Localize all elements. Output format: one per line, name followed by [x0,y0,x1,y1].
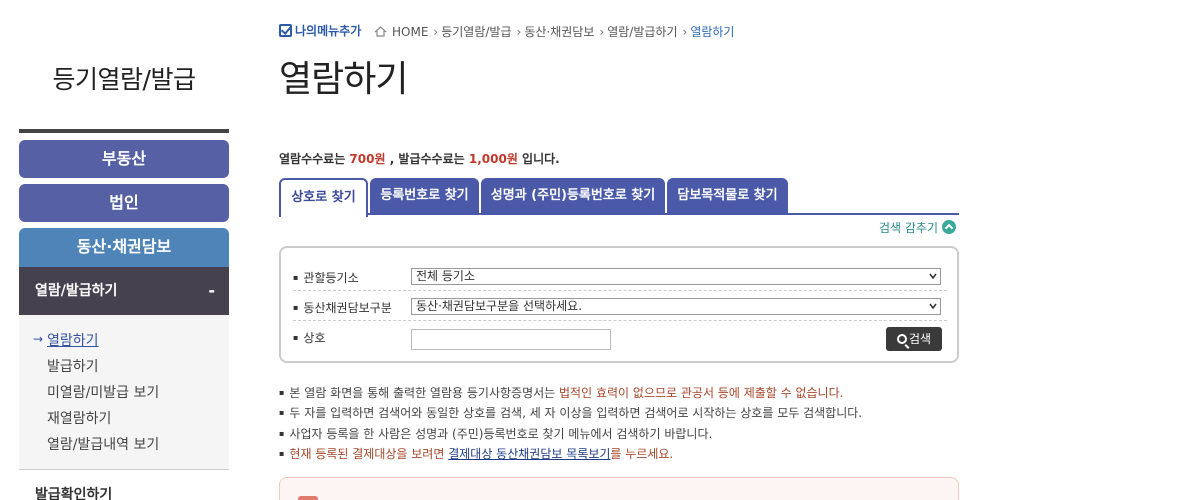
tab-by-registration-number[interactable]: 등록번호로 찾기 [370,178,479,215]
breadcrumb-view-issue[interactable]: 등기열람/발급 [441,25,511,39]
tab-by-company-name[interactable]: 상호로 찾기 [279,178,368,217]
info-dot-icon [298,496,318,500]
hide-search-toggle[interactable]: 검색 감추기 [879,219,957,236]
active-arrow-icon: → [33,332,44,346]
company-name-label: 상호 [293,329,325,346]
submenu-item-issue[interactable]: 발급하기 [47,356,99,376]
nav-view-issue-label: 열람/발급하기 [35,283,118,299]
breadcrumb-movable[interactable]: 동산·채권담보 [524,25,594,39]
breadcrumb-view-issue-do[interactable]: 열람/발급하기 [607,25,677,39]
form-row-registry: 관할등기소 전체 등기소 [293,261,947,291]
breadcrumb: HOME › 등기열람/발급 › 동산·채권담보 › 열람/발급하기 › 열람하기 [374,23,734,40]
form-row-name: 상호 검색 [293,321,947,351]
nav-corporation[interactable]: 법인 [19,184,229,222]
sidebar-title: 등기열람/발급 [52,65,196,94]
registry-select[interactable]: 전체 등기소 [411,268,941,285]
chevron-down-icon [929,303,937,310]
issue-fee: 1,000원 [468,152,518,166]
submenu-item-review[interactable]: 재열람하기 [47,408,111,428]
submenu-item-view[interactable]: 열람하기 [47,330,99,350]
payment-list-link[interactable]: 결제대상 동산채권담보 목록보기 [448,447,610,461]
home-icon [374,26,387,37]
chevron-up-icon [942,220,957,234]
submenu-item-history[interactable]: 열람/발급내역 보기 [47,434,159,454]
sidebar-divider-bottom [19,469,229,470]
add-my-menu-label: 나의메뉴추가 [295,24,362,38]
breadcrumb-current: 열람하기 [690,25,735,39]
note-legal: 본 열람 화면을 통해 출력한 열람용 등기사항증명서는 법적인 효력이 없으므… [279,384,843,401]
page-title: 열람하기 [279,59,408,100]
company-name-input[interactable] [411,329,611,350]
collapse-icon[interactable]: - [208,267,215,315]
submenu: → 열람하기 발급하기 미열람/미발급 보기 재열람하기 열람/발급내역 보기 [19,315,229,469]
search-form: 관할등기소 전체 등기소 동산채권담보구분 동산·채권담보구분을 선택하세요. … [279,246,959,363]
registry-label: 관할등기소 [293,269,358,286]
search-tabs: 상호로 찾기 등록번호로 찾기 성명과 (주민)등록번호로 찾기 담보목적물로 … [279,178,959,217]
type-select[interactable]: 동산·채권담보구분을 선택하세요. [411,298,941,315]
tab-by-name-and-id[interactable]: 성명과 (주민)등록번호로 찾기 [481,178,665,215]
chevron-down-icon [929,273,937,280]
sidebar-divider [19,129,229,133]
info-box [279,477,959,500]
view-fee: 700원 [349,152,386,166]
type-label: 동산채권담보구분 [293,299,391,316]
nav-verify-issue[interactable]: 발급확인하기 [35,484,112,500]
breadcrumb-home[interactable]: HOME [392,25,428,39]
tab-by-collateral[interactable]: 담보목적물로 찾기 [667,178,788,215]
nav-real-estate[interactable]: 부동산 [19,140,229,178]
search-button[interactable]: 검색 [886,327,942,351]
search-icon [896,334,907,344]
submenu-item-unviewed[interactable]: 미열람/미발급 보기 [47,382,159,402]
note-payment: 현재 등록된 결제대상을 보려면 결제대상 동산채권담보 목록보기를 누르세요. [279,445,673,462]
fee-notice: 열람수수료는 700원 , 발급수수료는 1,000원 입니다. [279,152,560,166]
form-row-type: 동산채권담보구분 동산·채권담보구분을 선택하세요. [293,291,947,321]
add-my-menu-button[interactable]: 나의메뉴추가 [279,22,361,40]
nav-movable-collateral[interactable]: 동산·채권담보 [19,228,229,267]
nav-view-issue-section[interactable]: 열람/발급하기 - [19,267,229,315]
sidebar: 등기열람/발급 부동산 법인 동산·채권담보 열람/발급하기 - → 열람하기 … [19,0,229,500]
note-business: 사업자 등록을 한 사람은 성명과 (주민)등록번호로 찾기 메뉴에서 검색하기… [279,425,712,442]
checkbox-icon [279,24,292,37]
note-search-rule: 두 자를 입력하면 검색어와 동일한 상호를 검색, 세 자 이상을 입력하면 … [279,404,862,421]
